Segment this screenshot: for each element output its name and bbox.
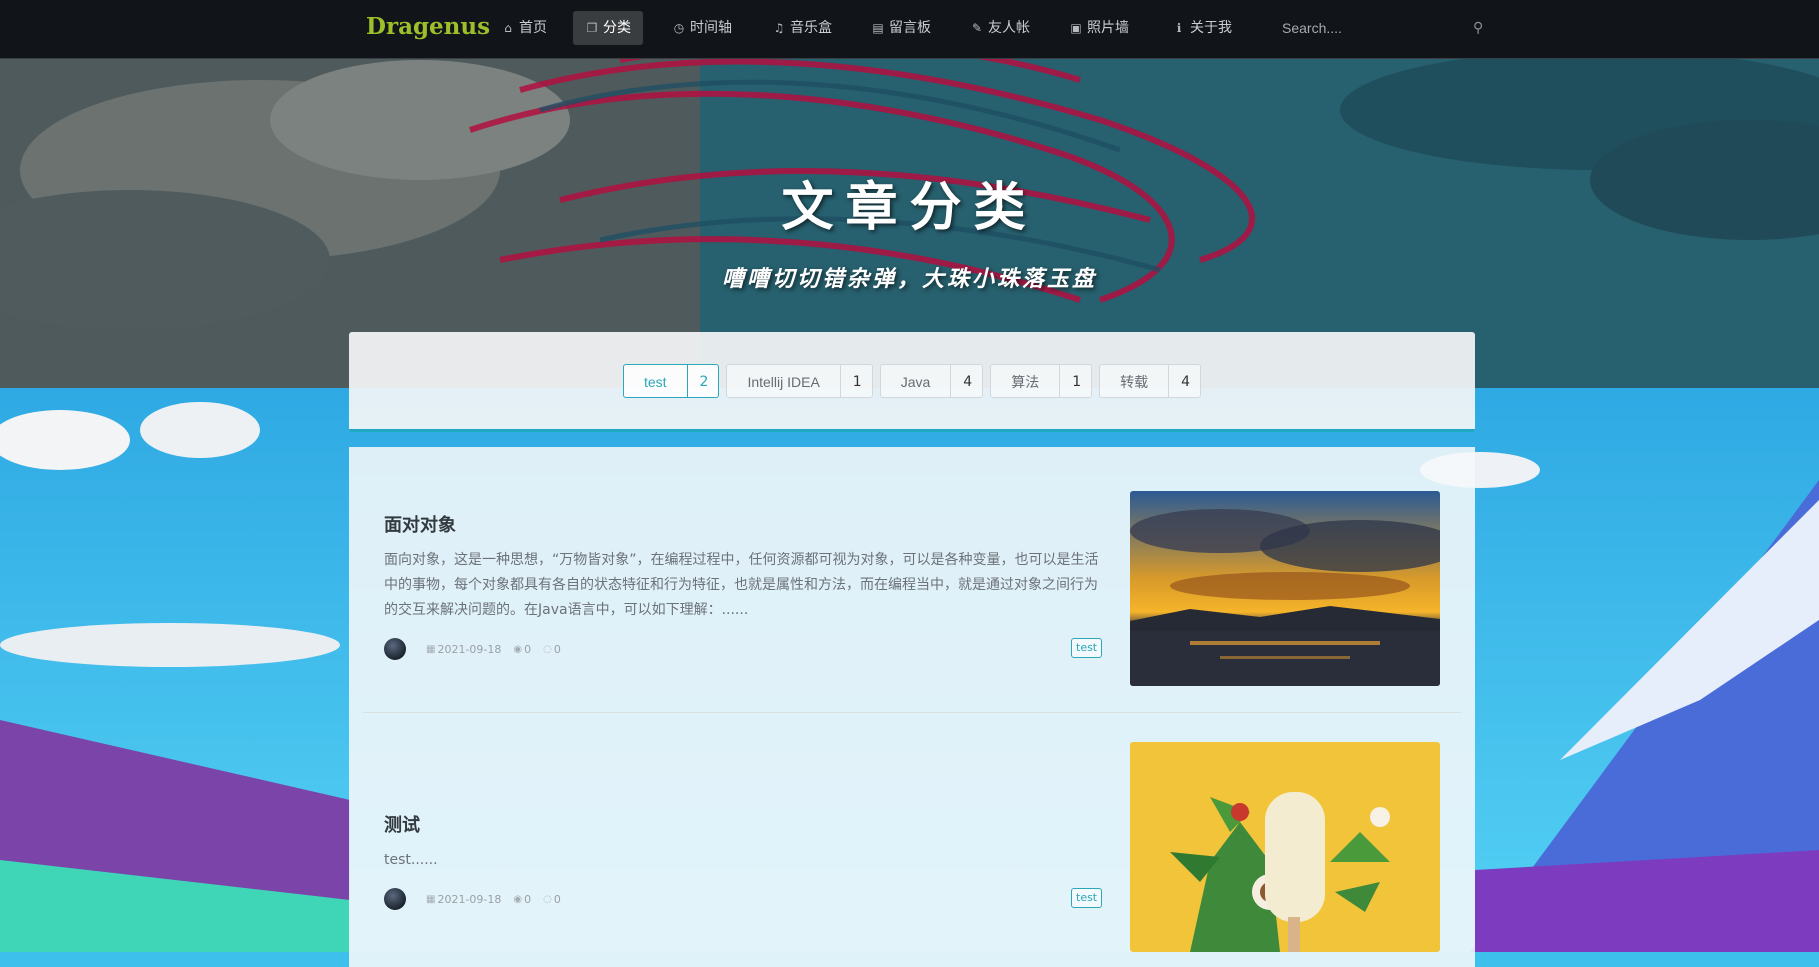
image-icon: ▣	[1070, 21, 1082, 35]
nav-item-friends[interactable]: ✎ 友人帐	[958, 11, 1042, 45]
nav-item-guestbook[interactable]: ▤ 留言板	[859, 11, 943, 45]
views-count: 0	[524, 642, 532, 656]
article-comments: ◌ 0	[543, 893, 561, 906]
calendar-icon: ▦	[426, 643, 436, 655]
nav-label: 关于我	[1190, 20, 1232, 36]
article-title[interactable]: 测试	[384, 811, 420, 837]
article-views: ◉ 0	[513, 893, 531, 906]
info-icon: ℹ	[1176, 21, 1182, 35]
article-excerpt: 面向对象，这是一种思想，“万物皆对象”，在编程过程中，任何资源都可视为对象，可以…	[384, 552, 1099, 618]
article-divider	[363, 712, 1461, 713]
comment-icon: ◌	[543, 643, 552, 655]
tropical-popsicle-illustration	[1130, 742, 1440, 952]
page-title: 文章分类	[781, 177, 1038, 238]
nav-label: 留言板	[889, 20, 931, 36]
sunset-lake-photo	[1130, 491, 1440, 686]
article-thumbnail[interactable]	[1130, 491, 1440, 686]
article-comments: ◌ 0	[543, 643, 561, 656]
article-list: 面对对象 面向对象，这是一种思想，“万物皆对象”，在编程过程中，任何资源都可视为…	[349, 447, 1475, 967]
brand-logo[interactable]: Dragenus	[366, 13, 490, 40]
category-count: 4	[1168, 365, 1200, 397]
nav-label: 友人帐	[988, 20, 1030, 36]
article-excerpt: test......	[384, 852, 438, 868]
category-name: 算法	[1011, 374, 1040, 390]
comments-count: 0	[553, 892, 561, 906]
article-title[interactable]: 面对对象	[384, 511, 456, 537]
category-tag-intellij-idea[interactable]: Intellij IDEA 1	[726, 364, 873, 398]
pencil-icon: ✎	[971, 21, 983, 35]
comments-count: 0	[553, 642, 561, 656]
article-tag[interactable]: test	[1071, 638, 1103, 658]
article-meta: ▦ 2021-09-18 ◉ 0 ◌ 0	[384, 888, 573, 910]
music-icon: ♫	[773, 21, 785, 35]
article-meta: ▦ 2021-09-18 ◉ 0 ◌ 0	[384, 638, 573, 660]
book-icon: ▤	[872, 21, 884, 35]
top-navbar: Dragenus ⌂ 首页 ❐ 分类 ◷ 时间轴 ♫ 音乐盒 ▤ 留言板 ✎ 友人帐 ▣ 照片…	[0, 0, 1819, 59]
eye-icon: ◉	[513, 893, 523, 905]
eye-icon: ◉	[513, 643, 523, 655]
copy-icon: ❐	[586, 21, 598, 35]
category-name: Java	[900, 374, 931, 390]
category-tag-list: test 2 Intellij IDEA 1 Java 4 算法 1 转载 4	[349, 364, 1475, 398]
nav-item-photos[interactable]: ▣ 照片墙	[1057, 11, 1141, 45]
views-count: 0	[524, 892, 532, 906]
article-date: ▦ 2021-09-18	[426, 643, 501, 656]
category-tag-test[interactable]: test 2	[622, 364, 720, 398]
article-date: ▦ 2021-09-18	[426, 893, 501, 906]
nav-label: 时间轴	[690, 20, 732, 36]
category-count: 2	[686, 365, 719, 397]
article-tag[interactable]: test	[1071, 888, 1103, 908]
category-count: 1	[1059, 365, 1091, 397]
category-tag-java[interactable]: Java 4	[879, 364, 984, 398]
search-box: ⚲	[1272, 14, 1483, 42]
nav-label: 照片墙	[1087, 20, 1129, 36]
search-input[interactable]	[1272, 20, 1473, 36]
page-subtitle: 嘈嘈切切错杂弹，大珠小珠落玉盘	[721, 266, 1097, 292]
calendar-icon: ▦	[426, 893, 436, 905]
nav-item-music[interactable]: ♫ 音乐盒	[760, 11, 844, 45]
date-text: 2021-09-18	[437, 642, 502, 656]
home-icon: ⌂	[504, 21, 512, 35]
article-views: ◉ 0	[513, 643, 531, 656]
nav-item-categories[interactable]: ❐ 分类	[573, 11, 643, 45]
nav-item-about[interactable]: ℹ 关于我	[1160, 11, 1244, 45]
category-count: 4	[950, 365, 982, 397]
nav-label: 首页	[519, 20, 547, 36]
category-count: 1	[839, 365, 872, 397]
clock-icon: ◷	[673, 21, 685, 35]
category-panel: test 2 Intellij IDEA 1 Java 4 算法 1 转载 4	[349, 332, 1475, 432]
category-name: 转载	[1120, 374, 1149, 390]
category-tag-algorithm[interactable]: 算法 1	[990, 364, 1093, 398]
avatar[interactable]	[384, 888, 406, 910]
avatar[interactable]	[384, 638, 406, 660]
date-text: 2021-09-18	[437, 892, 502, 906]
nav-item-home[interactable]: ⌂ 首页	[489, 11, 559, 45]
nav-item-timeline[interactable]: ◷ 时间轴	[660, 11, 744, 45]
category-tag-repost[interactable]: 转载 4	[1099, 364, 1202, 398]
article-thumbnail[interactable]	[1130, 742, 1440, 952]
comment-icon: ◌	[543, 893, 552, 905]
category-name: test	[643, 374, 667, 390]
nav-label: 音乐盒	[790, 20, 832, 36]
nav-label: 分类	[603, 20, 631, 36]
category-name: Intellij IDEA	[747, 374, 820, 390]
search-icon[interactable]: ⚲	[1473, 20, 1483, 36]
